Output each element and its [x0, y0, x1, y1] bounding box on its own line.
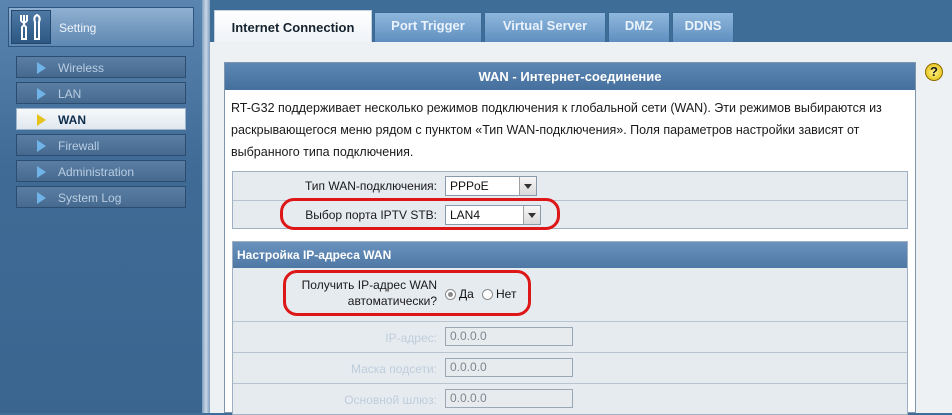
nav-item-label: WAN [58, 113, 86, 127]
panel-description: RT-G32 поддерживает несколько режимов по… [231, 101, 882, 159]
tools-icon [11, 10, 51, 44]
wan-type-value: PPPoE [450, 179, 489, 193]
gateway-row: Основной шлюз: 0.0.0.0 [233, 384, 907, 414]
nav-item-lan[interactable]: LAN [16, 82, 186, 104]
chevron-down-icon [519, 177, 536, 195]
play-arrow-icon [37, 88, 46, 100]
nav-item-wireless[interactable]: Wireless [16, 56, 186, 78]
tab-internet-connection[interactable]: Internet Connection [214, 10, 372, 44]
gateway-input[interactable]: 0.0.0.0 [445, 389, 573, 408]
setting-label: Setting [59, 21, 97, 35]
play-arrow-icon [37, 114, 46, 126]
nav-item-label: Firewall [58, 139, 100, 153]
subnet-mask-input[interactable]: 0.0.0.0 [445, 358, 573, 377]
auto-ip-highlight-annotation [283, 270, 531, 316]
play-arrow-icon [37, 192, 46, 204]
nav-item-system-log[interactable]: System Log [16, 186, 186, 208]
sidebar-divider [202, 0, 210, 413]
tab-virtual-server[interactable]: Virtual Server [484, 12, 606, 42]
iptv-highlight-annotation [280, 198, 560, 230]
ip-settings-table: Настройка IP-адреса WAN Получить IP-адре… [232, 241, 908, 415]
play-arrow-icon [37, 62, 46, 74]
ip-address-input[interactable]: 0.0.0.0 [445, 327, 573, 346]
wan-type-row: Тип WAN-подключения: PPPoE [233, 172, 907, 201]
wan-type-label: Тип WAN-подключения: [304, 179, 437, 193]
nav-item-label: Wireless [58, 61, 105, 75]
nav-item-wan[interactable]: WAN [16, 108, 186, 130]
panel-title: WAN - Интернет-соединение [225, 63, 915, 90]
ip-address-label: IP-адрес: [385, 331, 437, 345]
ip-section-title: Настройка IP-адреса WAN [233, 242, 907, 268]
tab-dmz[interactable]: DMZ [608, 12, 670, 42]
tab-bar: Internet Connection Port Trigger Virtual… [210, 0, 952, 44]
subnet-mask-label: Маска подсети: [350, 362, 437, 376]
sidebar: Setting Wireless LAN WAN Firewall Admini… [0, 0, 202, 413]
help-icon[interactable]: ? [925, 63, 943, 81]
nav-item-label: System Log [58, 191, 122, 205]
gateway-label: Основной шлюз: [344, 393, 437, 407]
play-arrow-icon [37, 140, 46, 152]
nav-item-administration[interactable]: Administration [16, 160, 186, 182]
wan-type-select[interactable]: PPPoE [445, 176, 537, 196]
ip-address-row: IP-адрес: 0.0.0.0 [233, 322, 907, 353]
nav-item-label: Administration [58, 165, 135, 179]
tab-ddns[interactable]: DDNS [672, 12, 734, 42]
setting-header[interactable]: Setting [8, 7, 194, 47]
nav-item-firewall[interactable]: Firewall [16, 134, 186, 156]
play-arrow-icon [37, 166, 46, 178]
nav-item-label: LAN [58, 87, 82, 101]
wan-panel: WAN - Интернет-соединение RT-G32 поддерж… [224, 62, 916, 415]
tab-port-trigger[interactable]: Port Trigger [374, 12, 482, 42]
subnet-mask-row: Маска подсети: 0.0.0.0 [233, 353, 907, 384]
